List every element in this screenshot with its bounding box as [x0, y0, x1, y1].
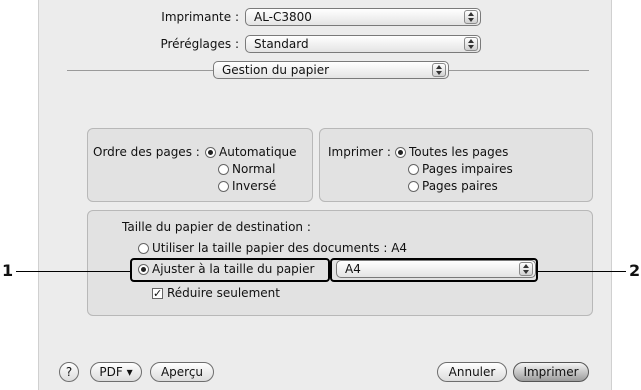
- callout-number-2: 2: [629, 261, 641, 280]
- radio-label: Inversé: [232, 179, 277, 193]
- radio-selected-icon: [205, 146, 216, 158]
- radio-label: Pages impaires: [422, 162, 513, 176]
- popup-arrows-icon: [464, 37, 478, 51]
- presets-label: Préréglages :: [160, 37, 239, 51]
- radio-icon: [408, 163, 419, 175]
- panel-value: Gestion du papier: [222, 63, 330, 77]
- checkmark-icon: ✓: [152, 286, 163, 300]
- print-even-pages-radio[interactable]: Pages paires: [408, 179, 498, 193]
- printer-label: Imprimante :: [161, 10, 239, 24]
- panel-popup[interactable]: Gestion du papier: [213, 61, 449, 79]
- popup-arrows-icon: [464, 10, 478, 24]
- print-dialog: Imprimante : AL-C3800 Préréglages : Stan…: [38, 0, 612, 390]
- print-odd-pages-radio[interactable]: Pages impaires: [408, 162, 513, 176]
- page-order-normal-radio[interactable]: Normal: [218, 162, 275, 176]
- reduce-only-checkbox[interactable]: ✓ Réduire seulement: [152, 286, 280, 300]
- separator-right: [449, 70, 589, 71]
- cancel-button[interactable]: Annuler: [437, 362, 507, 382]
- callout-line-1: [16, 271, 130, 272]
- radio-icon: [138, 242, 149, 254]
- print-pages-group: Imprimer : Toutes les pages Pages impair…: [319, 128, 593, 202]
- checkbox-label: Réduire seulement: [167, 286, 280, 300]
- page-order-automatic-radio[interactable]: Automatique: [205, 145, 297, 159]
- preview-button[interactable]: Aperçu: [150, 362, 214, 382]
- radio-label: Utiliser la taille papier des documents …: [152, 241, 408, 255]
- page-order-label: Ordre des pages :: [93, 145, 200, 159]
- callout-box-2: [330, 258, 538, 282]
- separator-left: [67, 70, 213, 71]
- printer-popup[interactable]: AL-C3800: [245, 8, 481, 26]
- radio-label: Toutes les pages: [409, 145, 509, 159]
- presets-value: Standard: [254, 37, 309, 51]
- page-order-group: Ordre des pages : Automatique Normal Inv…: [87, 128, 313, 202]
- help-button[interactable]: ?: [59, 362, 79, 382]
- print-label: Imprimer :: [328, 145, 391, 159]
- presets-popup[interactable]: Standard: [245, 35, 481, 53]
- destination-title: Taille du papier de destination :: [122, 220, 311, 234]
- pdf-button[interactable]: PDF ▾: [90, 362, 142, 382]
- radio-selected-icon: [395, 146, 406, 158]
- radio-icon: [218, 180, 229, 192]
- use-document-size-radio[interactable]: Utiliser la taille papier des documents …: [138, 241, 407, 255]
- radio-icon: [408, 180, 419, 192]
- radio-icon: [218, 163, 229, 175]
- print-button[interactable]: Imprimer: [513, 362, 589, 382]
- page-order-reversed-radio[interactable]: Inversé: [218, 179, 276, 193]
- callout-number-1: 1: [2, 261, 14, 280]
- radio-label: Pages paires: [422, 179, 498, 193]
- popup-arrows-icon: [432, 63, 446, 77]
- radio-label: Normal: [232, 162, 276, 176]
- print-all-pages-radio[interactable]: Toutes les pages: [395, 145, 508, 159]
- printer-value: AL-C3800: [254, 10, 312, 24]
- callout-line-2: [538, 271, 626, 272]
- radio-label: Automatique: [219, 145, 297, 159]
- callout-box-1: [130, 258, 330, 282]
